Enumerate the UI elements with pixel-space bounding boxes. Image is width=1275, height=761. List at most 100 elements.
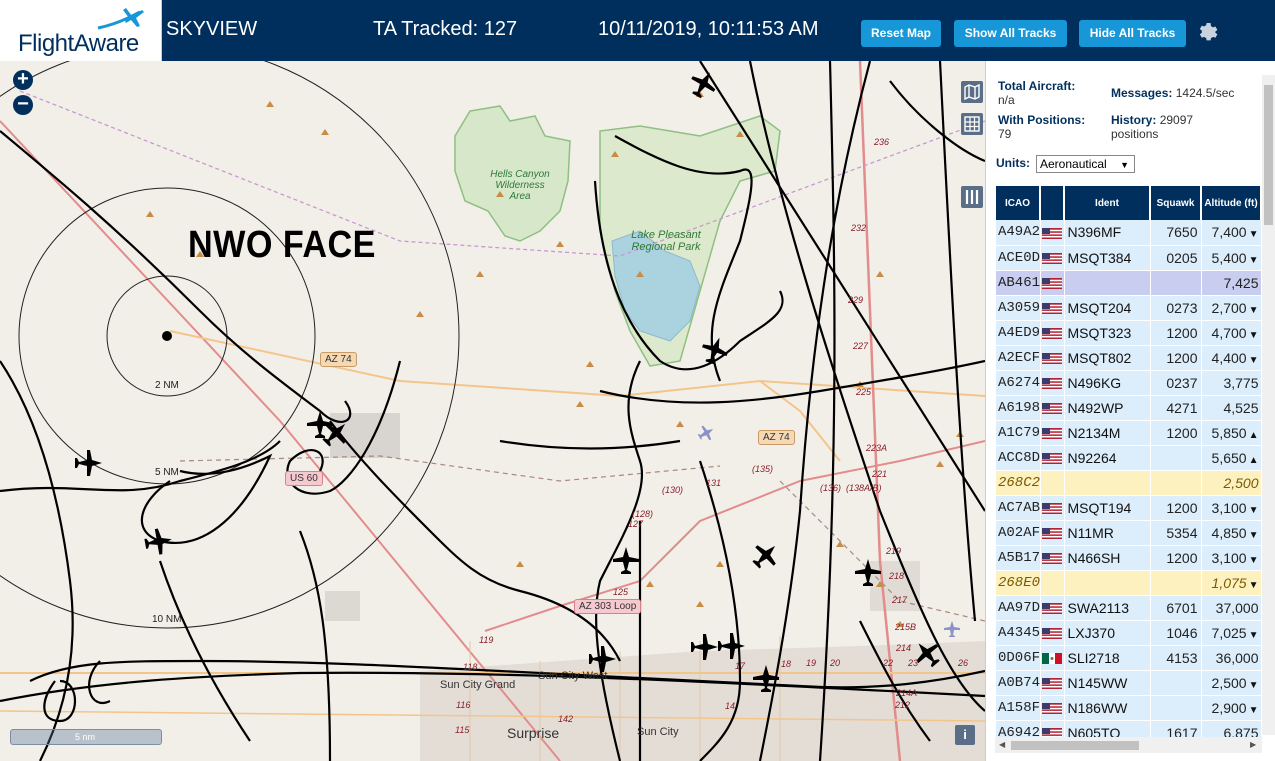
squawk-cell	[1150, 570, 1202, 596]
table-row[interactable]: ACE0DFMSQT38402055,400▼	[996, 245, 1262, 271]
sun-city-grand-label: Sun City Grand	[440, 679, 516, 691]
us-flag-icon	[1041, 378, 1062, 390]
route-number: 217	[892, 595, 908, 605]
table-row[interactable]: A49A2CN396MF76507,400▼	[996, 220, 1262, 246]
ident-cell: MSQT384	[1064, 245, 1151, 271]
flag-cell	[1040, 445, 1065, 471]
route-number: 221	[872, 469, 888, 479]
route-number: 236	[874, 137, 890, 147]
altitude-cell: 4,700 ▼	[1201, 320, 1262, 346]
map-layers-button[interactable]	[961, 81, 983, 103]
column-header-icao[interactable]: ICAO	[996, 186, 1041, 220]
ring-label-2nm: 2 NM	[155, 380, 179, 391]
icao-cell: A2ECF9	[996, 345, 1041, 371]
scrollbar-thumb[interactable]	[1264, 85, 1273, 225]
altitude-cell: 5,850 ▲	[1201, 420, 1262, 446]
map-grid-button[interactable]	[961, 113, 983, 135]
table-row[interactable]: AB461E 7,425	[996, 270, 1262, 296]
scrollbar-thumb[interactable]	[1011, 741, 1139, 750]
sidebar-horizontal-scrollbar[interactable]: ◀ ▶	[995, 737, 1262, 753]
table-row[interactable]: A6274A N496KG0237 3,775	[996, 370, 1262, 396]
table-row[interactable]: A4345ELXJ37010467,025▼	[996, 620, 1262, 646]
map-view[interactable]: NWO FACE 2 NM 5 NM 10 NM Hells Canyon Wi…	[0, 61, 985, 761]
hide-all-tracks-button[interactable]: Hide All Tracks	[1079, 20, 1186, 47]
table-row[interactable]: A158FF N186WW 2,900▼	[996, 695, 1262, 721]
squawk-cell: 4271	[1150, 395, 1202, 421]
icao-cell: ACC8DF	[996, 445, 1041, 471]
ident-cell: N492WP	[1064, 395, 1151, 421]
descend-arrow-icon: ▼	[1248, 254, 1259, 266]
table-row[interactable]: 268E08 1,075▼	[996, 570, 1262, 596]
ident-cell	[1064, 470, 1151, 496]
column-header-altitude[interactable]: Altitude (ft)	[1201, 186, 1262, 220]
current-datetime: 10/11/2019, 10:11:53 AM	[598, 18, 819, 40]
descend-arrow-icon: ▼	[1248, 229, 1259, 241]
altitude-value: 5,650	[1211, 449, 1247, 466]
altitude-cell: 5,400 ▼	[1201, 245, 1262, 271]
descend-arrow-icon: ▼	[1248, 629, 1259, 641]
altitude-cell: 3,100 ▼	[1201, 495, 1262, 521]
zoom-in-button[interactable]: +	[13, 69, 33, 90]
altitude-cell: 37,000	[1201, 595, 1262, 621]
flag-cell	[1040, 370, 1065, 396]
toggle-sidebar-button[interactable]	[961, 186, 983, 208]
table-row[interactable]: 268C21 2,500	[996, 470, 1262, 496]
altitude-cell: 4,525	[1201, 395, 1262, 421]
altitude-value: 7,025	[1211, 624, 1247, 641]
total-aircraft-value: n/a	[998, 93, 1015, 107]
squawk-cell: 0205	[1150, 245, 1202, 271]
flag-cell	[1040, 670, 1065, 696]
table-row[interactable]: A3059CMSQT20402732,700▼	[996, 295, 1262, 321]
units-selected-value: Aeronautical	[1040, 157, 1107, 171]
history-label: History:	[1111, 113, 1157, 127]
ring-label-10nm: 10 NM	[152, 614, 182, 625]
icao-cell: A02AFD	[996, 520, 1041, 546]
table-row[interactable]: AA97D1 SWA21136701 37,000	[996, 595, 1262, 621]
info-button[interactable]: i	[955, 725, 975, 745]
route-number: 229	[848, 295, 864, 305]
units-label: Units:	[996, 156, 1030, 170]
squawk-cell: 1200	[1150, 320, 1202, 346]
mexico-flag-icon	[1041, 653, 1062, 665]
table-row[interactable]: A61988 N492WP4271 4,525	[996, 395, 1262, 421]
table-row[interactable]: ACC8DF N92264 5,650▲	[996, 445, 1262, 471]
reset-map-button[interactable]: Reset Map	[861, 20, 941, 47]
history-unit: positions	[1111, 127, 1159, 141]
table-row[interactable]: AC7ABAMSQT19412003,100▼	[996, 495, 1262, 521]
altitude-value: 2,700	[1211, 299, 1247, 316]
ident-cell: N466SH	[1064, 545, 1151, 571]
total-aircraft-stat: Total Aircraft: n/a	[998, 79, 1106, 107]
app-title: SKYVIEW	[166, 18, 258, 40]
ident-cell: N186WW	[1064, 695, 1151, 721]
us-flag-icon	[1041, 703, 1062, 715]
altitude-cell: 2,500	[1201, 470, 1262, 496]
route-number: 17	[735, 661, 746, 671]
zoom-out-button[interactable]: −	[13, 94, 33, 115]
flightaware-logo[interactable]: FlightAware	[0, 0, 162, 61]
table-row[interactable]: A4ED9CMSQT32312004,700▼	[996, 320, 1262, 346]
scroll-right-icon[interactable]: ▶	[1250, 740, 1256, 749]
route-number: (130)	[662, 485, 684, 495]
table-row[interactable]: A0B74C N145WW 2,500▼	[996, 670, 1262, 696]
show-all-tracks-button[interactable]: Show All Tracks	[954, 20, 1067, 47]
squawk-cell: 1200	[1150, 545, 1202, 571]
flag-cell	[1040, 345, 1065, 371]
altitude-value: 7,400	[1211, 224, 1247, 241]
squawk-cell: 7650	[1150, 220, 1202, 246]
icao-cell: A3059C	[996, 295, 1041, 321]
table-row[interactable]: A5B17DN466SH12003,100▼	[996, 545, 1262, 571]
route-number: 214A	[896, 688, 918, 698]
gear-icon[interactable]	[1196, 19, 1220, 43]
scroll-left-icon[interactable]: ◀	[999, 740, 1005, 749]
units-select[interactable]: Aeronautical ▼	[1036, 155, 1135, 173]
descend-arrow-icon: ▼	[1248, 529, 1259, 541]
ident-cell: N145WW	[1064, 670, 1151, 696]
table-row[interactable]: A1C797N2134M12005,850▲	[996, 420, 1262, 446]
table-row[interactable]: A02AFDN11MR53544,850▼	[996, 520, 1262, 546]
table-row[interactable]: A2ECF9MSQT80212004,400▼	[996, 345, 1262, 371]
table-row[interactable]: 0D06FD SLI27184153 36,000	[996, 645, 1262, 671]
ident-cell: MSQT323	[1064, 320, 1151, 346]
column-header-squawk[interactable]: Squawk	[1150, 186, 1202, 220]
column-header-ident[interactable]: Ident	[1064, 186, 1151, 220]
sidebar-vertical-scrollbar[interactable]	[1262, 75, 1275, 735]
